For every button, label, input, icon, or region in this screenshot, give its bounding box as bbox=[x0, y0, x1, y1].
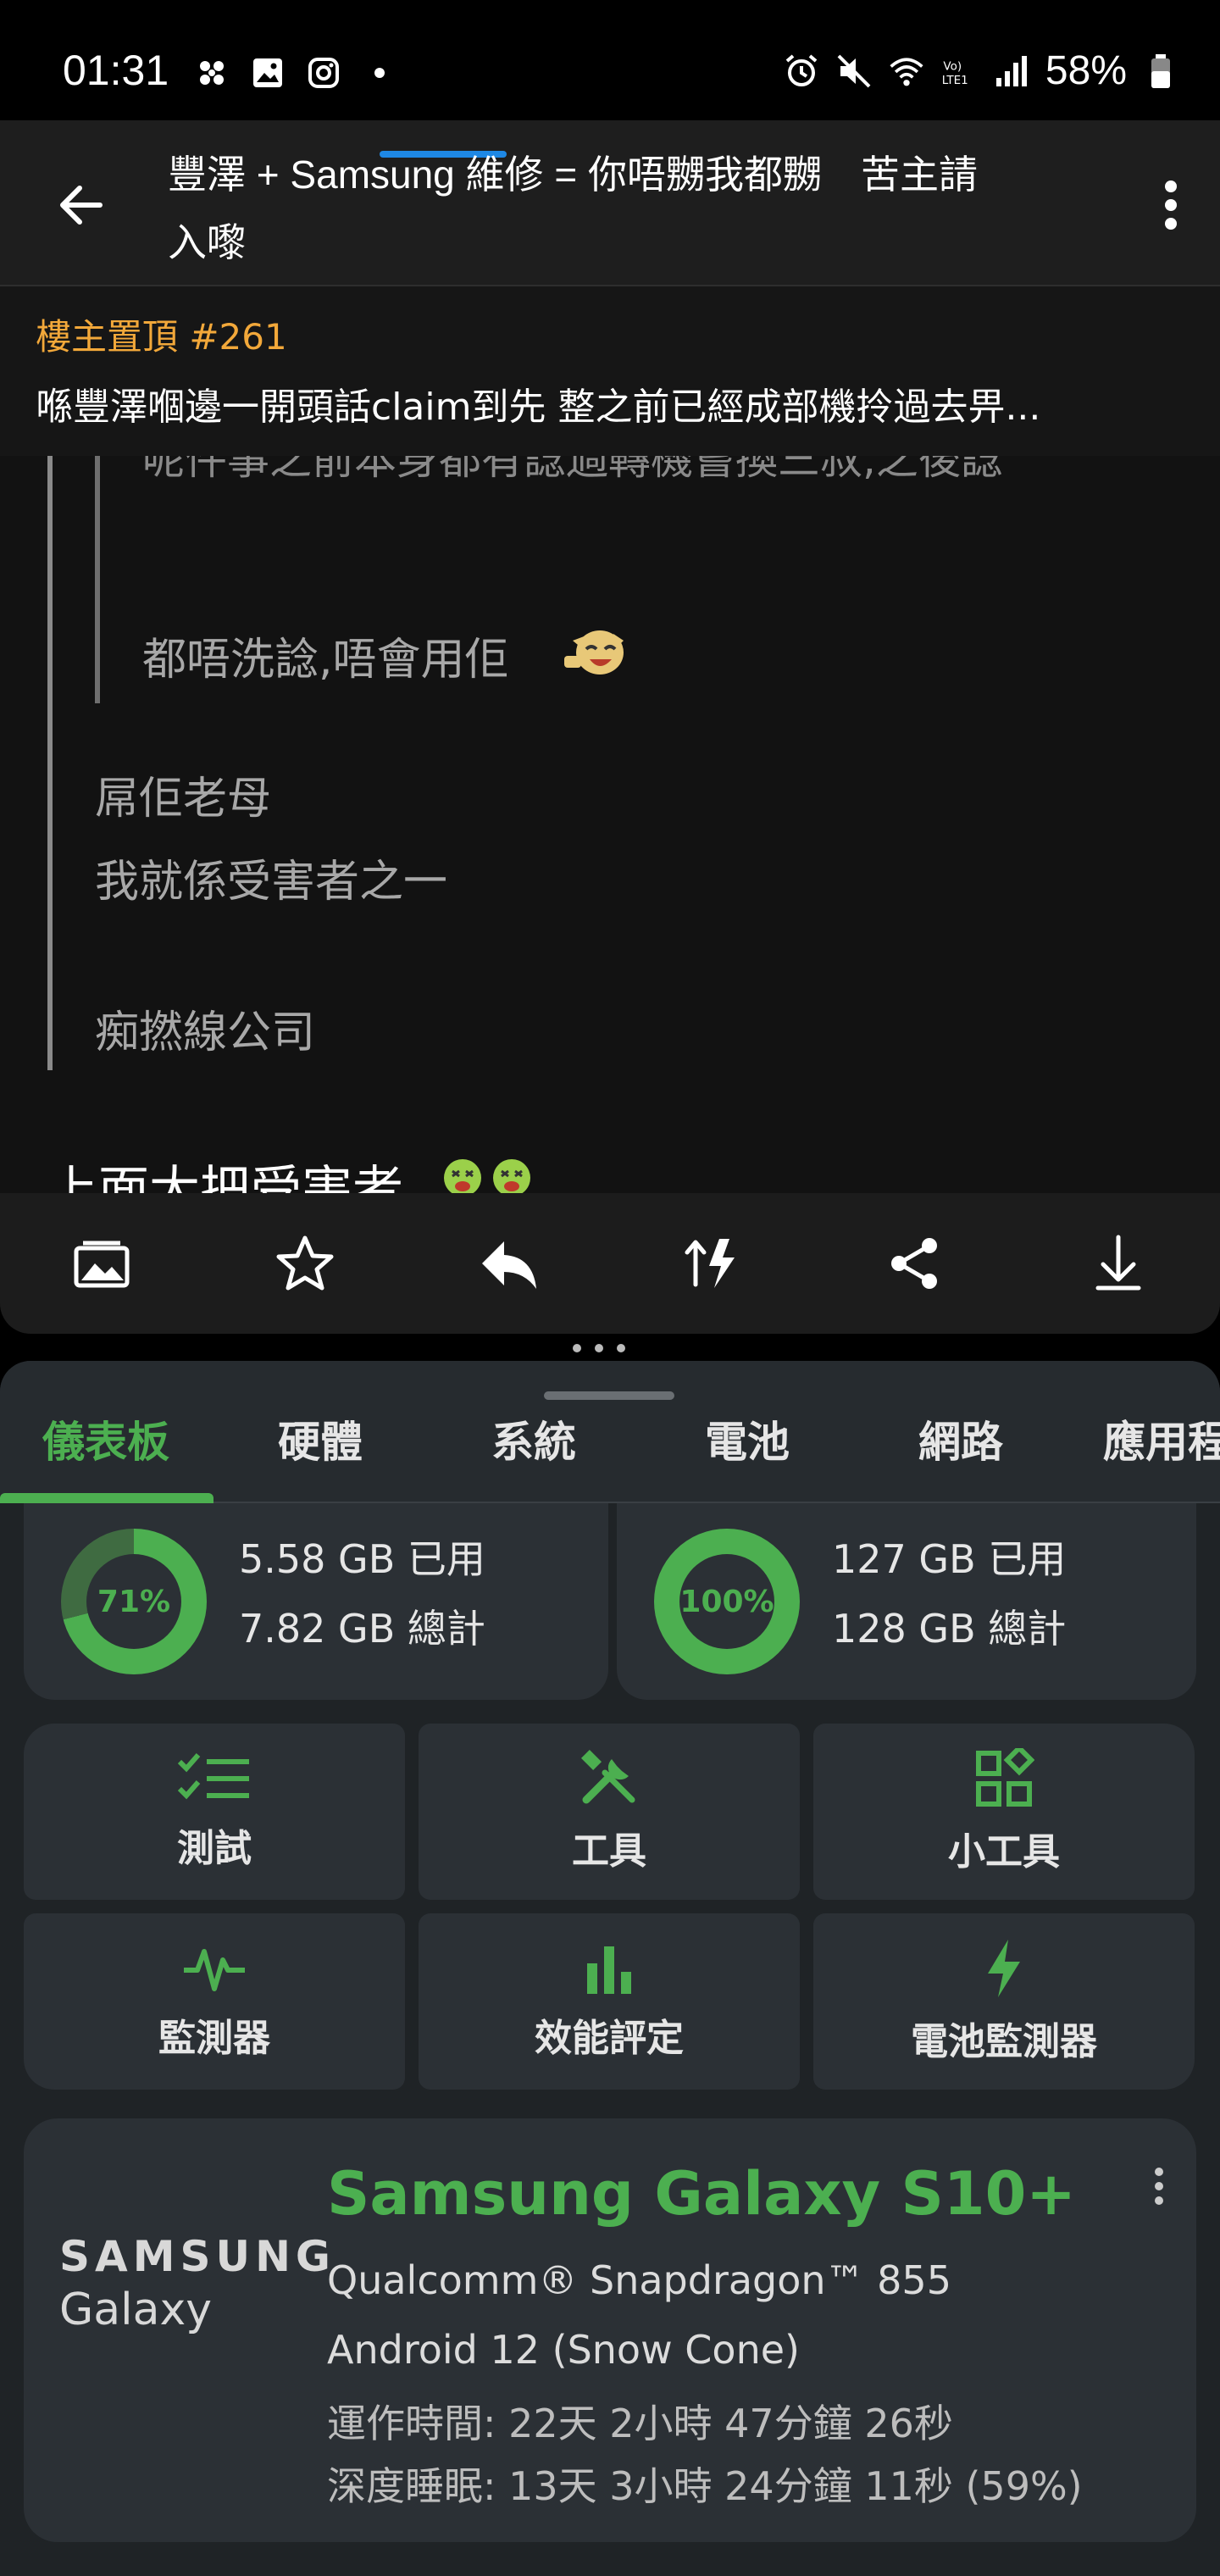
device-chip: Qualcomm® Snapdragon™ 855 bbox=[327, 2257, 951, 2303]
device-info-app: 儀表板 硬體 系統 電池 網路 應用程 71% 5.58 GB 已用 7.82 … bbox=[0, 1361, 1220, 2576]
quote-line: 都唔洗諗,唔會用佢 bbox=[142, 635, 509, 686]
status-time: 01:31 bbox=[63, 47, 169, 94]
ram-usage-ring: 71% bbox=[61, 1529, 207, 1674]
ram-card[interactable]: 71% 5.58 GB 已用 7.82 GB 總計 bbox=[24, 1503, 608, 1700]
quote-text: 痴撚線公司 bbox=[95, 1008, 316, 1058]
arrow-left-icon bbox=[60, 186, 103, 225]
checklist-icon bbox=[177, 1753, 249, 1800]
tile-label: 電池監測器 bbox=[911, 2020, 1097, 2063]
volte-icon: Vo) LTE1 bbox=[940, 53, 978, 90]
share-button[interactable] bbox=[873, 1221, 957, 1306]
pulse-icon bbox=[184, 1949, 245, 1991]
image-icon bbox=[74, 1241, 130, 1288]
tab-network[interactable]: 網路 bbox=[918, 1408, 1003, 1469]
tile-label: 小工具 bbox=[948, 1830, 1060, 1874]
more-options-button[interactable] bbox=[1147, 171, 1195, 239]
tab-hardware[interactable]: 硬體 bbox=[278, 1408, 363, 1469]
brand-logo-samsung: SAMSUNG bbox=[59, 2232, 336, 2281]
drag-handle[interactable] bbox=[544, 1391, 674, 1400]
pinned-label: 樓主置頂 #261 bbox=[36, 316, 287, 358]
sort-button[interactable] bbox=[669, 1221, 754, 1306]
quote-text: 我就係受害者之一 bbox=[95, 857, 448, 908]
instagram-icon bbox=[305, 54, 342, 92]
download-icon bbox=[1095, 1235, 1141, 1291]
dot-icon bbox=[361, 54, 398, 92]
device-name: Samsung Galaxy S10+ bbox=[327, 2159, 1076, 2229]
thread-toolbar: 豐澤 + Samsung 維修 = 你唔嬲我都嬲 苦主請入嚟 bbox=[0, 120, 1220, 286]
storage-total: 128 GB 總計 bbox=[832, 1606, 1067, 1652]
ram-percent: 71% bbox=[86, 1554, 181, 1649]
svg-text:LTE1: LTE1 bbox=[942, 74, 968, 87]
tile-label: 工具 bbox=[572, 1829, 646, 1873]
storage-usage-ring: 100% bbox=[654, 1529, 800, 1674]
tab-bar: 儀表板 硬體 系統 電池 網路 應用程 bbox=[0, 1361, 1220, 1503]
star-icon bbox=[276, 1235, 334, 1291]
device-more-button[interactable] bbox=[1142, 2161, 1176, 2212]
reply-icon bbox=[482, 1241, 536, 1289]
bookmark-button[interactable] bbox=[263, 1221, 347, 1306]
storage-card[interactable]: 100% 127 GB 已用 128 GB 總計 bbox=[617, 1503, 1196, 1700]
thread-action-bar bbox=[0, 1193, 1220, 1334]
alarm-icon bbox=[783, 53, 820, 90]
storage-percent: 100% bbox=[679, 1554, 774, 1649]
image-button[interactable] bbox=[59, 1221, 144, 1306]
sort-icon bbox=[685, 1239, 735, 1288]
device-card[interactable]: SAMSUNG Galaxy Samsung Galaxy S10+ Qualc… bbox=[24, 2118, 1196, 2542]
tile-tests[interactable]: 測試 bbox=[24, 1724, 405, 1900]
mute-icon bbox=[835, 53, 873, 90]
share-icon bbox=[891, 1238, 937, 1289]
back-button[interactable] bbox=[47, 171, 115, 239]
tab-dashboard[interactable]: 儀表板 bbox=[42, 1408, 169, 1469]
ram-total: 7.82 GB 總計 bbox=[239, 1606, 485, 1652]
battery-percent: 58% bbox=[1045, 48, 1127, 93]
ram-used: 5.58 GB 已用 bbox=[239, 1536, 485, 1582]
laughing-emoji-icon bbox=[564, 630, 624, 675]
tile-tools[interactable]: 工具 bbox=[419, 1724, 800, 1900]
more-vertical-icon bbox=[1165, 180, 1177, 230]
widgets-icon bbox=[976, 1748, 1034, 1807]
forum-app: 豐澤 + Samsung 維修 = 你唔嬲我都嬲 苦主請入嚟 樓主置頂 #261… bbox=[0, 120, 1220, 1334]
status-bar: 01:31 Vo) LTE1 58% bbox=[0, 0, 1220, 120]
tab-apps[interactable]: 應用程 bbox=[1103, 1408, 1220, 1469]
storage-used: 127 GB 已用 bbox=[832, 1536, 1067, 1582]
quote-bar bbox=[47, 456, 53, 1070]
tile-monitors[interactable]: 監測器 bbox=[24, 1913, 405, 2090]
tile-widgets[interactable]: 小工具 bbox=[813, 1724, 1195, 1900]
tile-battery-monitor[interactable]: 電池監測器 bbox=[813, 1913, 1195, 2090]
device-deep-sleep: 深度睡眠: 13天 3小時 24分鐘 11秒 (59%) bbox=[327, 2463, 1083, 2509]
device-os: Android 12 (Snow Cone) bbox=[327, 2327, 800, 2373]
lightning-icon bbox=[988, 1940, 1020, 1997]
tab-battery[interactable]: 電池 bbox=[705, 1408, 790, 1469]
gallery-icon bbox=[249, 54, 286, 92]
pinwheel-icon bbox=[193, 54, 230, 92]
device-uptime: 運作時間: 22天 2小時 47分鐘 26秒 bbox=[327, 2401, 953, 2446]
battery-icon bbox=[1142, 53, 1179, 90]
post-content: 呢件事之前本身都有諗過轉機嘗換三叔,之後諗 都唔洗諗,唔會用佢 屌佢老母 我就係… bbox=[0, 435, 1220, 1303]
pinned-text: 喺豐澤嗰邊一開頭話claim到先 整之前已經成部機拎過去畀... bbox=[36, 386, 1041, 429]
quote-text: 屌佢老母 bbox=[95, 774, 272, 824]
more-vertical-icon bbox=[1155, 2168, 1163, 2205]
tile-label: 監測器 bbox=[158, 2017, 270, 2060]
tile-label: 效能評定 bbox=[535, 2017, 684, 2060]
active-tab-indicator bbox=[0, 1493, 214, 1503]
split-handle-icon[interactable] bbox=[573, 1344, 625, 1352]
tools-icon bbox=[580, 1749, 635, 1804]
nested-quote-bar bbox=[95, 456, 100, 703]
signal-icon bbox=[993, 53, 1030, 90]
brand-logo-galaxy: Galaxy bbox=[59, 2285, 213, 2335]
bar-chart-icon bbox=[587, 1946, 631, 1994]
pinned-post[interactable]: 樓主置頂 #261 喺豐澤嗰邊一開頭話claim到先 整之前已經成部機拎過去畀.… bbox=[0, 286, 1220, 456]
tile-label: 測試 bbox=[177, 1827, 252, 1870]
wifi-icon bbox=[888, 53, 925, 90]
thread-title: 豐澤 + Samsung 維修 = 你唔嬲我都嬲 苦主請入嚟 bbox=[168, 153, 978, 264]
tile-benchmarks[interactable]: 效能評定 bbox=[419, 1913, 800, 2090]
svg-text:Vo): Vo) bbox=[943, 59, 962, 73]
reply-button[interactable] bbox=[466, 1221, 551, 1306]
tab-system[interactable]: 系統 bbox=[491, 1408, 576, 1469]
download-button[interactable] bbox=[1076, 1221, 1161, 1306]
